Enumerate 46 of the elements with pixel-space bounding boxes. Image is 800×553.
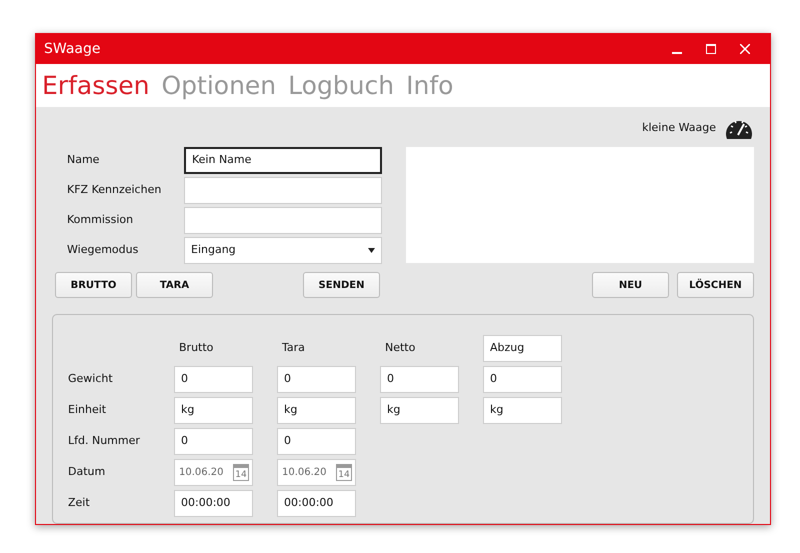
action-button[interactable]: BRUTTO [55,272,132,298]
dropdown[interactable]: Eingang [184,237,382,264]
column-header: Netto [384,340,416,356]
field-label: KFZ Kennzeichen [67,182,162,198]
input-field[interactable]: kg [380,397,459,424]
column-header: Brutto [178,340,214,356]
calendar-icon: 14 [233,464,249,481]
minimize-icon [672,52,682,54]
close-icon [740,44,750,54]
input-field[interactable]: 0 [483,366,562,393]
input-field[interactable]: kg [483,397,562,424]
row-label: Zeit [68,495,91,512]
action-button[interactable]: TARA [136,272,213,298]
caret-icon [368,248,375,253]
input-field[interactable]: kg [277,397,356,424]
input-field[interactable]: 00:00:00 [277,490,356,517]
row-label: Gewicht [68,371,114,388]
input-field[interactable] [184,207,382,234]
date-picker[interactable]: 10.06.20 14 [174,459,253,486]
action-button[interactable]: NEU [592,272,669,298]
calendar-icon: 14 [336,464,352,481]
input-field[interactable]: Kein Name [184,147,382,174]
field-label: Name [67,152,100,168]
window-title: SWaage [44,40,102,58]
input-field[interactable]: kg [174,397,253,424]
row-label: Einheit [68,402,108,418]
action-button[interactable]: LÖSCHEN [677,272,754,298]
input-field[interactable]: 0 [277,428,356,455]
date-picker[interactable]: 10.06.20 14 [277,459,356,486]
field-label: Wiegemodus [67,242,140,258]
scale-label: kleine Waage [642,120,716,136]
field-label: Kommission [67,212,134,228]
tab[interactable]: Erfassen [42,73,150,98]
input-field[interactable]: Abzug [483,335,562,362]
notes-area[interactable] [406,147,754,263]
column-header: Tara [281,340,306,356]
input-field[interactable]: 0 [380,366,459,393]
maximize-icon [706,44,716,54]
row-label: Datum [68,464,106,480]
input-field[interactable]: 00:00:00 [174,490,253,517]
input-field[interactable] [184,177,382,204]
input-field[interactable]: 0 [174,366,253,393]
input-field[interactable]: 0 [277,366,356,393]
action-button[interactable]: SENDEN [303,272,380,298]
input-field[interactable]: 0 [174,428,253,455]
row-label: Lfd. Nummer [68,433,141,450]
